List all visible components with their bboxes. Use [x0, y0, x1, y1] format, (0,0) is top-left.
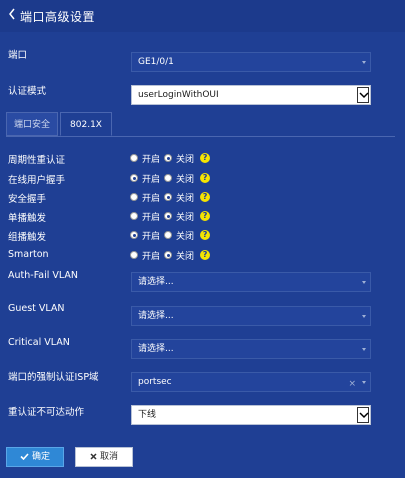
radio-on-label: 开启	[142, 174, 161, 185]
guest-vlan-select[interactable]: 请选择...	[131, 306, 371, 326]
radio-off[interactable]	[164, 193, 173, 201]
chevron-down-icon	[359, 412, 369, 419]
chevron-down-icon	[362, 281, 366, 284]
radio-group: 开启 关闭?	[130, 209, 211, 223]
chevron-down-icon	[359, 92, 369, 99]
radio-group: 开启 关闭?	[130, 248, 211, 262]
check-icon	[20, 453, 29, 461]
radio-off-label: 关闭	[176, 154, 195, 165]
radio-off-label: 关闭	[176, 231, 195, 242]
radio-on-label: 开启	[142, 212, 161, 223]
critical-vlan-label: Critical VLAN	[8, 337, 70, 348]
radio-row-label: 周期性重认证	[8, 155, 66, 166]
critical-vlan-select[interactable]: 请选择...	[131, 339, 371, 359]
radio-on[interactable]	[130, 193, 138, 201]
unreachable-action-select[interactable]: 下线	[131, 405, 371, 425]
auth-mode-select[interactable]: userLoginWithOUI	[131, 85, 371, 105]
radio-off[interactable]	[164, 154, 173, 162]
help-icon[interactable]: ?	[200, 250, 211, 260]
radio-on-label: 开启	[142, 193, 161, 204]
dropdown-button[interactable]	[357, 407, 369, 423]
tab-port-security[interactable]: 端口安全	[6, 112, 58, 136]
radio-group: 开启 关闭?	[130, 228, 211, 242]
radio-on[interactable]	[130, 174, 138, 182]
forced-domain-label: 端口的强制认证ISP域	[8, 372, 99, 383]
radio-off-label: 关闭	[176, 193, 195, 204]
radio-row-label: 在线用户握手	[8, 175, 66, 186]
auth-fail-vlan-label: Auth-Fail VLAN	[8, 270, 79, 281]
radio-on-label: 开启	[142, 251, 161, 262]
confirm-button[interactable]: 确定	[6, 447, 64, 467]
chevron-down-icon	[362, 315, 366, 318]
page-title: 端口高级设置	[20, 10, 96, 24]
forced-domain-select[interactable]: portsec ×	[131, 372, 371, 392]
help-icon[interactable]: ?	[200, 211, 211, 221]
guest-vlan-label: Guest VLAN	[8, 303, 65, 314]
page-header: 端口高级设置	[0, 0, 405, 32]
radio-on[interactable]	[130, 212, 138, 220]
radio-row-label: Smarton	[8, 249, 49, 260]
help-icon[interactable]: ?	[200, 173, 211, 183]
help-icon[interactable]: ?	[200, 230, 211, 240]
dropdown-button[interactable]	[357, 87, 369, 103]
radio-off[interactable]	[164, 251, 173, 259]
help-icon[interactable]: ?	[200, 153, 211, 163]
back-arrow-icon[interactable]	[8, 8, 16, 20]
unreachable-action-label: 重认证不可达动作	[8, 407, 85, 418]
port-label: 端口	[8, 50, 28, 61]
radio-off[interactable]	[164, 231, 173, 239]
radio-off-label: 关闭	[176, 212, 195, 223]
radio-row-label: 安全握手	[8, 194, 47, 205]
radio-on-label: 开启	[142, 231, 161, 242]
radio-on-label: 开启	[142, 154, 161, 165]
close-icon	[90, 453, 97, 460]
radio-off-label: 关闭	[176, 251, 195, 262]
cancel-button[interactable]: 取消	[75, 447, 133, 467]
help-icon[interactable]: ?	[200, 192, 211, 202]
tab-8021x[interactable]: 802.1X	[60, 112, 112, 136]
chevron-down-icon	[362, 61, 366, 64]
chevron-down-icon	[362, 348, 366, 351]
clear-icon[interactable]: ×	[348, 375, 356, 393]
chevron-down-icon	[362, 381, 366, 384]
radio-on[interactable]	[130, 231, 138, 239]
radio-off-label: 关闭	[176, 174, 195, 185]
radio-group: 开启 关闭?	[130, 171, 211, 185]
auth-fail-vlan-select[interactable]: 请选择...	[131, 272, 371, 292]
radio-group: 开启 关闭?	[130, 190, 211, 204]
tab-bar: 端口安全 802.1X	[6, 112, 395, 137]
auth-mode-label: 认证模式	[8, 86, 47, 97]
port-select[interactable]: GE1/0/1	[131, 52, 371, 72]
radio-row-label: 单播触发	[8, 213, 47, 224]
radio-off[interactable]	[164, 212, 173, 220]
radio-row-label: 组播触发	[8, 232, 47, 243]
radio-group: 开启 关闭?	[130, 151, 211, 165]
radio-on[interactable]	[130, 154, 138, 162]
radio-on[interactable]	[130, 251, 138, 259]
radio-off[interactable]	[164, 174, 173, 182]
